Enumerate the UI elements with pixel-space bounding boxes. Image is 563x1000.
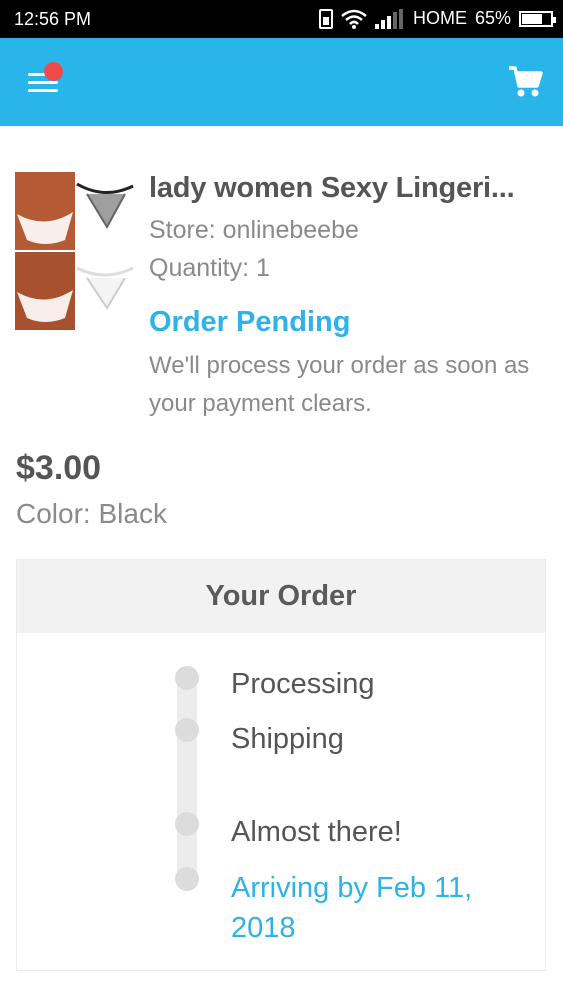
step-dot-shipping <box>175 718 199 742</box>
step-dot-arriving <box>175 867 199 891</box>
product-color: Color: Black <box>16 498 167 529</box>
status-icons: HOME 65% <box>318 8 556 29</box>
order-header: Your Order <box>17 560 545 633</box>
status-time: 12:56 PM <box>14 9 92 29</box>
signal-strength-icon <box>374 8 405 29</box>
menu-button[interactable] <box>28 62 63 98</box>
step-dot-almost-there <box>175 812 199 836</box>
step-label-almost-there: Almost there! <box>231 816 402 848</box>
step-dot-processing <box>175 666 199 690</box>
wifi-icon <box>341 9 367 29</box>
step-label-processing: Processing <box>231 668 375 700</box>
app-bar <box>0 38 563 126</box>
store-name: Store: onlinebeebe <box>149 216 359 244</box>
carrier-label: HOME <box>412 8 467 28</box>
sim-card-icon <box>318 8 333 29</box>
order-progress-card: Your Order Processing Shipping Almost th… <box>16 559 546 971</box>
product-title[interactable]: lady women Sexy Lingeri... <box>149 172 549 205</box>
hamburger-menu-icon-line <box>28 89 58 92</box>
cart-button[interactable] <box>507 64 543 100</box>
status-bar: 12:56 PM HOME 65% <box>0 0 563 38</box>
order-status-description: We'll process your order as soon as your… <box>149 352 530 417</box>
shopping-cart-icon <box>509 66 543 97</box>
product-image[interactable] <box>15 172 137 330</box>
product-price: $3.00 <box>16 449 102 487</box>
hamburger-menu-icon-line <box>28 81 58 84</box>
progress-track <box>177 672 197 886</box>
order-status: Order Pending <box>149 306 351 338</box>
notification-dot <box>44 62 63 81</box>
step-label-shipping: Shipping <box>231 723 344 755</box>
battery-percent: 65% <box>474 8 511 28</box>
battery-icon <box>519 10 556 27</box>
step-label-arriving: Arriving by Feb 11, 2018 <box>231 872 473 944</box>
quantity-label: Quantity: 1 <box>149 254 270 282</box>
